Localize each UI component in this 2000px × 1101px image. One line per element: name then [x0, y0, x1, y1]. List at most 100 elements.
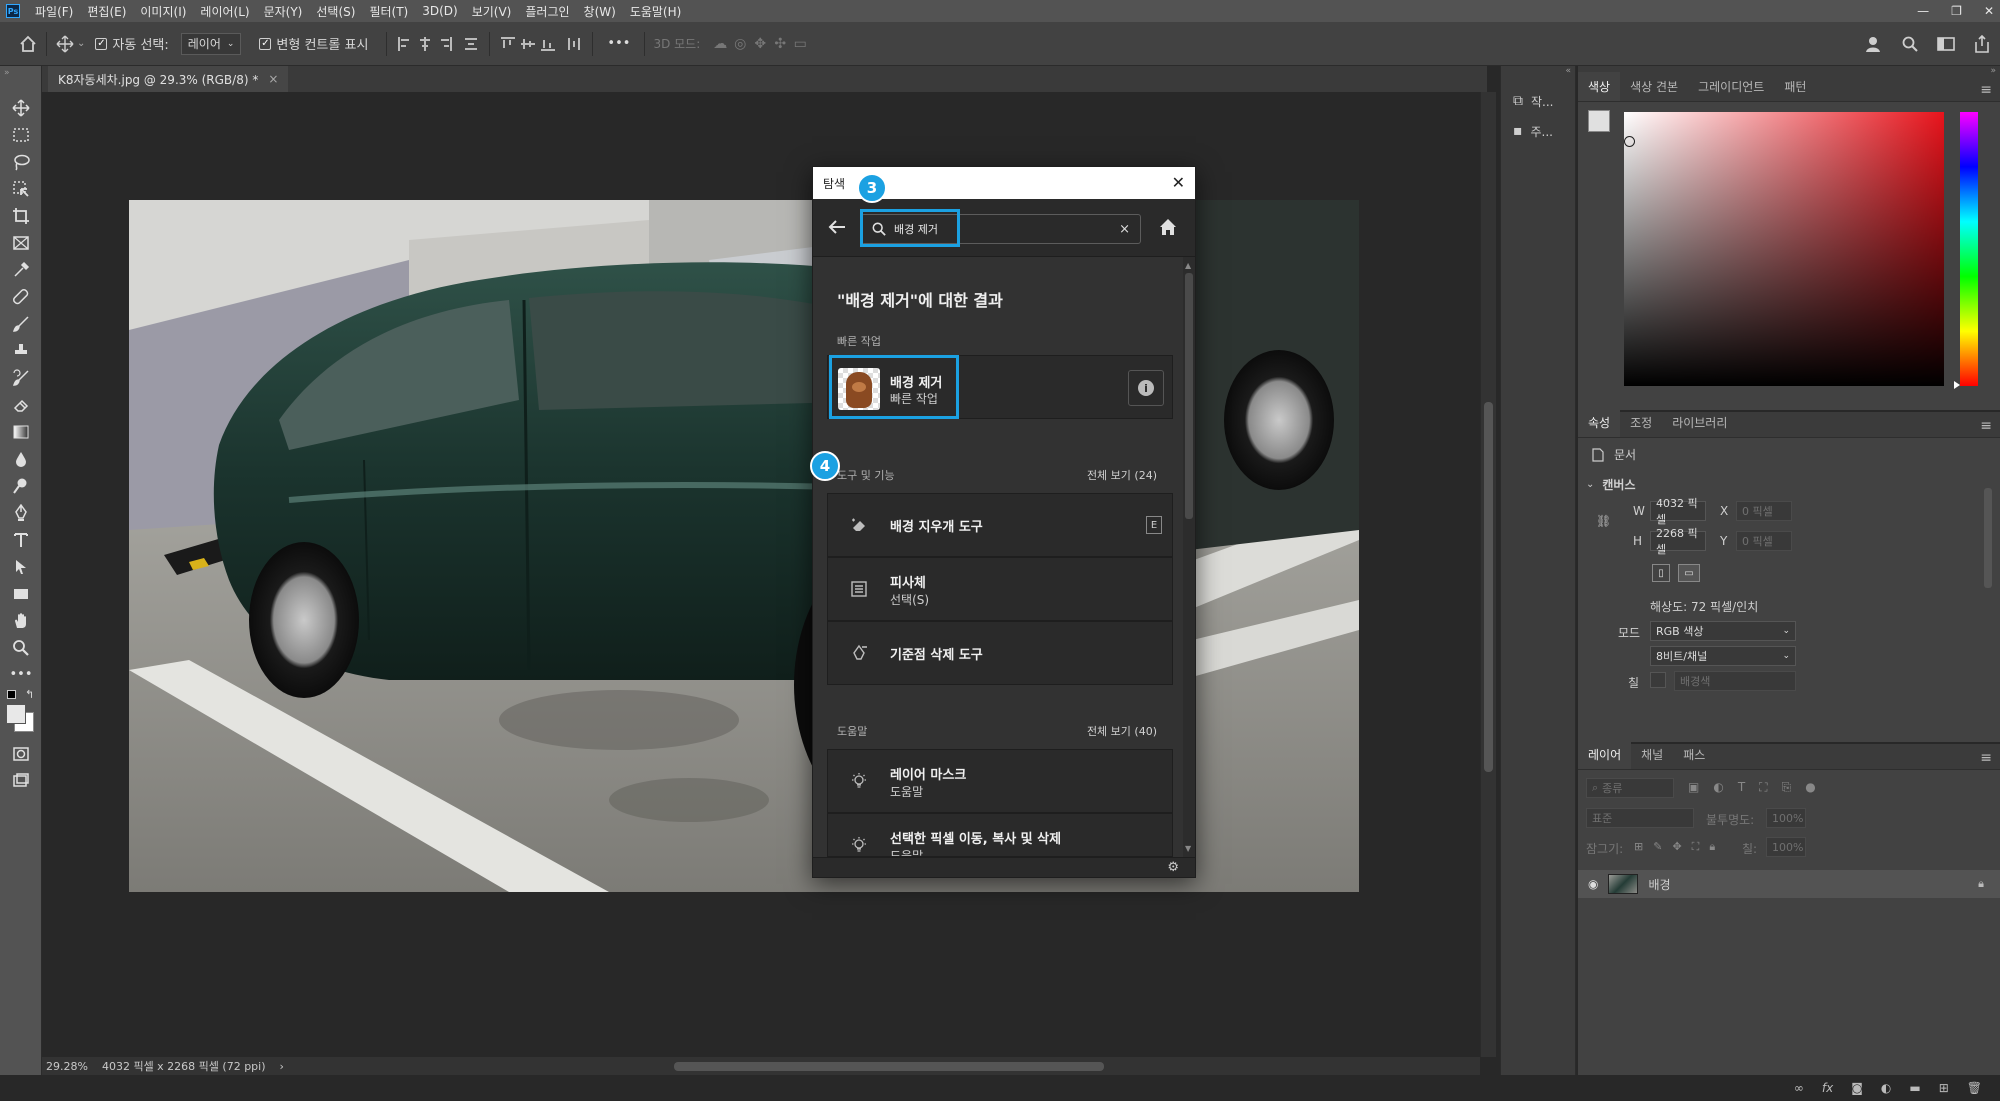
scroll-thumb[interactable] [1185, 273, 1193, 519]
close-window-button[interactable]: ✕ [1984, 4, 1994, 18]
clear-search-button[interactable]: × [1119, 222, 1130, 237]
eraser-tool-icon[interactable] [0, 391, 42, 418]
gradient-tool-icon[interactable] [0, 418, 42, 445]
add-mask-icon[interactable]: ◙ [1851, 1081, 1863, 1095]
hue-slider-handle[interactable] [1954, 381, 1960, 389]
crop-tool-icon[interactable] [0, 202, 42, 229]
chevron-down-icon[interactable]: ⌄ [1586, 479, 1594, 490]
menu-edit[interactable]: 편집(E) [80, 3, 133, 20]
collapse-arrows-icon[interactable]: » [0, 66, 41, 94]
menu-layer[interactable]: 레이어(L) [193, 3, 256, 20]
move-tool-icon[interactable] [55, 34, 75, 54]
collapse-arrows-icon[interactable]: « [1501, 66, 1575, 86]
zoom-level[interactable]: 29.28% [46, 1060, 88, 1073]
menu-window[interactable]: 창(W) [577, 3, 623, 20]
path-selection-tool-icon[interactable] [0, 553, 42, 580]
status-arrow[interactable]: › [280, 1060, 284, 1073]
object-selection-tool-icon[interactable] [0, 175, 42, 202]
type-tool-icon[interactable] [0, 526, 42, 553]
default-colors-icon[interactable] [7, 690, 16, 699]
menu-select[interactable]: 선택(S) [309, 3, 362, 20]
minimize-button[interactable]: — [1917, 4, 1929, 18]
menu-file[interactable]: 파일(F) [28, 3, 80, 20]
auto-select-dropdown[interactable]: 레이어 ⌄ [180, 32, 242, 55]
tab-swatches[interactable]: 색상 견본 [1620, 78, 1688, 101]
gear-icon[interactable]: ⚙ [1167, 860, 1179, 875]
comments-panel-button[interactable]: ▪ 주... [1501, 116, 1575, 146]
tab-adjustments[interactable]: 조정 [1620, 414, 1662, 437]
swap-colors-icon[interactable]: ↰ [25, 688, 34, 701]
frame-tool-icon[interactable] [0, 229, 42, 256]
auto-select-checkbox[interactable]: ✓ [95, 37, 108, 50]
pen-tool-icon[interactable] [0, 499, 42, 526]
tools-see-all-link[interactable]: 전체 보기 (24) [1087, 467, 1157, 483]
link-icon[interactable]: ⛓ [1596, 514, 1611, 528]
eyedropper-tool-icon[interactable] [0, 256, 42, 283]
link-layers-icon[interactable]: ∞ [1794, 1081, 1804, 1095]
help-see-all-link[interactable]: 전체 보기 (40) [1087, 723, 1157, 739]
panel-menu-icon[interactable]: ≡ [1980, 82, 1992, 98]
canvas-area[interactable] [42, 92, 1480, 1057]
scroll-up-icon[interactable]: ▲ [1185, 261, 1191, 270]
transform-controls-checkbox[interactable]: ✓ [259, 37, 272, 50]
landscape-orientation-icon[interactable]: ▭ [1678, 564, 1700, 582]
close-icon[interactable]: ✕ [1172, 173, 1185, 192]
help-result-layer-mask[interactable]: 레이어 마스크 도움말 [827, 749, 1173, 813]
screen-mode-icon[interactable] [0, 767, 42, 794]
tab-channels[interactable]: 채널 [1631, 746, 1673, 769]
align-left-icon[interactable] [395, 34, 415, 54]
menu-plugins[interactable]: 플러그인 [518, 3, 576, 20]
tab-gradients[interactable]: 그레이디언트 [1688, 78, 1774, 101]
properties-scrollbar[interactable] [1984, 488, 1992, 588]
tab-libraries[interactable]: 라이브러리 [1662, 414, 1737, 437]
panel-menu-icon[interactable]: ≡ [1980, 418, 1992, 434]
scroll-down-icon[interactable]: ▼ [1185, 844, 1191, 853]
hand-tool-icon[interactable] [0, 607, 42, 634]
tab-color[interactable]: 색상 [1578, 72, 1621, 101]
clone-stamp-tool-icon[interactable] [0, 337, 42, 364]
portrait-orientation-icon[interactable]: ▯ [1652, 564, 1670, 582]
align-top-icon[interactable] [498, 34, 518, 54]
layer-row[interactable]: ◉ 배경 🔒︎ [1578, 870, 2000, 898]
help-result-move-copy-delete[interactable]: 선택한 픽셀 이동, 복사 및 삭제 도움말 [827, 813, 1173, 857]
subject-select-result[interactable]: 피사체 선택(S) [827, 557, 1173, 621]
layer-style-icon[interactable]: fx [1822, 1081, 1833, 1095]
tab-patterns[interactable]: 패턴 [1774, 78, 1816, 101]
brush-tool-icon[interactable] [0, 310, 42, 337]
history-brush-tool-icon[interactable] [0, 364, 42, 391]
rectangle-tool-icon[interactable] [0, 580, 42, 607]
move-tool-icon[interactable] [0, 94, 42, 121]
width-field[interactable]: 4032 픽셀 [1650, 497, 1706, 526]
discover-scrollbar[interactable]: ▲ ▼ [1183, 257, 1195, 857]
more-options-button[interactable]: ••• [607, 36, 630, 51]
distribute-vertical-icon[interactable] [564, 34, 584, 54]
foreground-color-swatch[interactable] [6, 704, 26, 724]
background-eraser-tool-result[interactable]: 배경 지우개 도구 E [827, 493, 1173, 557]
chevron-down-icon[interactable]: ⌄ [77, 38, 85, 49]
bit-depth-dropdown[interactable]: 8비트/채널 ⌄ [1650, 646, 1796, 666]
align-bottom-icon[interactable] [538, 34, 558, 54]
actions-panel-button[interactable]: ⧉ 작... [1501, 86, 1575, 116]
scroll-thumb[interactable] [1484, 402, 1493, 772]
dodge-tool-icon[interactable] [0, 472, 42, 499]
info-button[interactable]: i [1128, 370, 1164, 406]
scroll-thumb[interactable] [674, 1062, 1104, 1071]
zoom-tool-icon[interactable] [0, 634, 42, 661]
color-mode-dropdown[interactable]: RGB 색상 ⌄ [1650, 621, 1796, 641]
close-tab-icon[interactable]: × [268, 72, 278, 86]
group-folder-icon[interactable]: ▬ [1909, 1081, 1920, 1095]
menu-3d[interactable]: 3D(D) [415, 4, 464, 18]
align-right-icon[interactable] [435, 34, 455, 54]
align-middle-icon[interactable] [518, 34, 538, 54]
export-share-icon[interactable] [1972, 34, 1992, 54]
back-arrow-icon[interactable] [827, 217, 847, 237]
document-tab[interactable]: K8자동세차.jpg @ 29.3% (RGB/8) * × [48, 66, 289, 92]
menu-type[interactable]: 문자(Y) [257, 3, 310, 20]
height-field[interactable]: 2268 픽셀 [1650, 527, 1706, 556]
tab-layers[interactable]: 레이어 [1578, 740, 1632, 769]
lasso-tool-icon[interactable] [0, 148, 42, 175]
layer-name[interactable]: 배경 [1648, 876, 1670, 893]
distribute-icon[interactable] [461, 34, 481, 54]
visibility-eye-icon[interactable]: ◉ [1588, 877, 1598, 891]
quick-mask-icon[interactable] [0, 740, 42, 767]
